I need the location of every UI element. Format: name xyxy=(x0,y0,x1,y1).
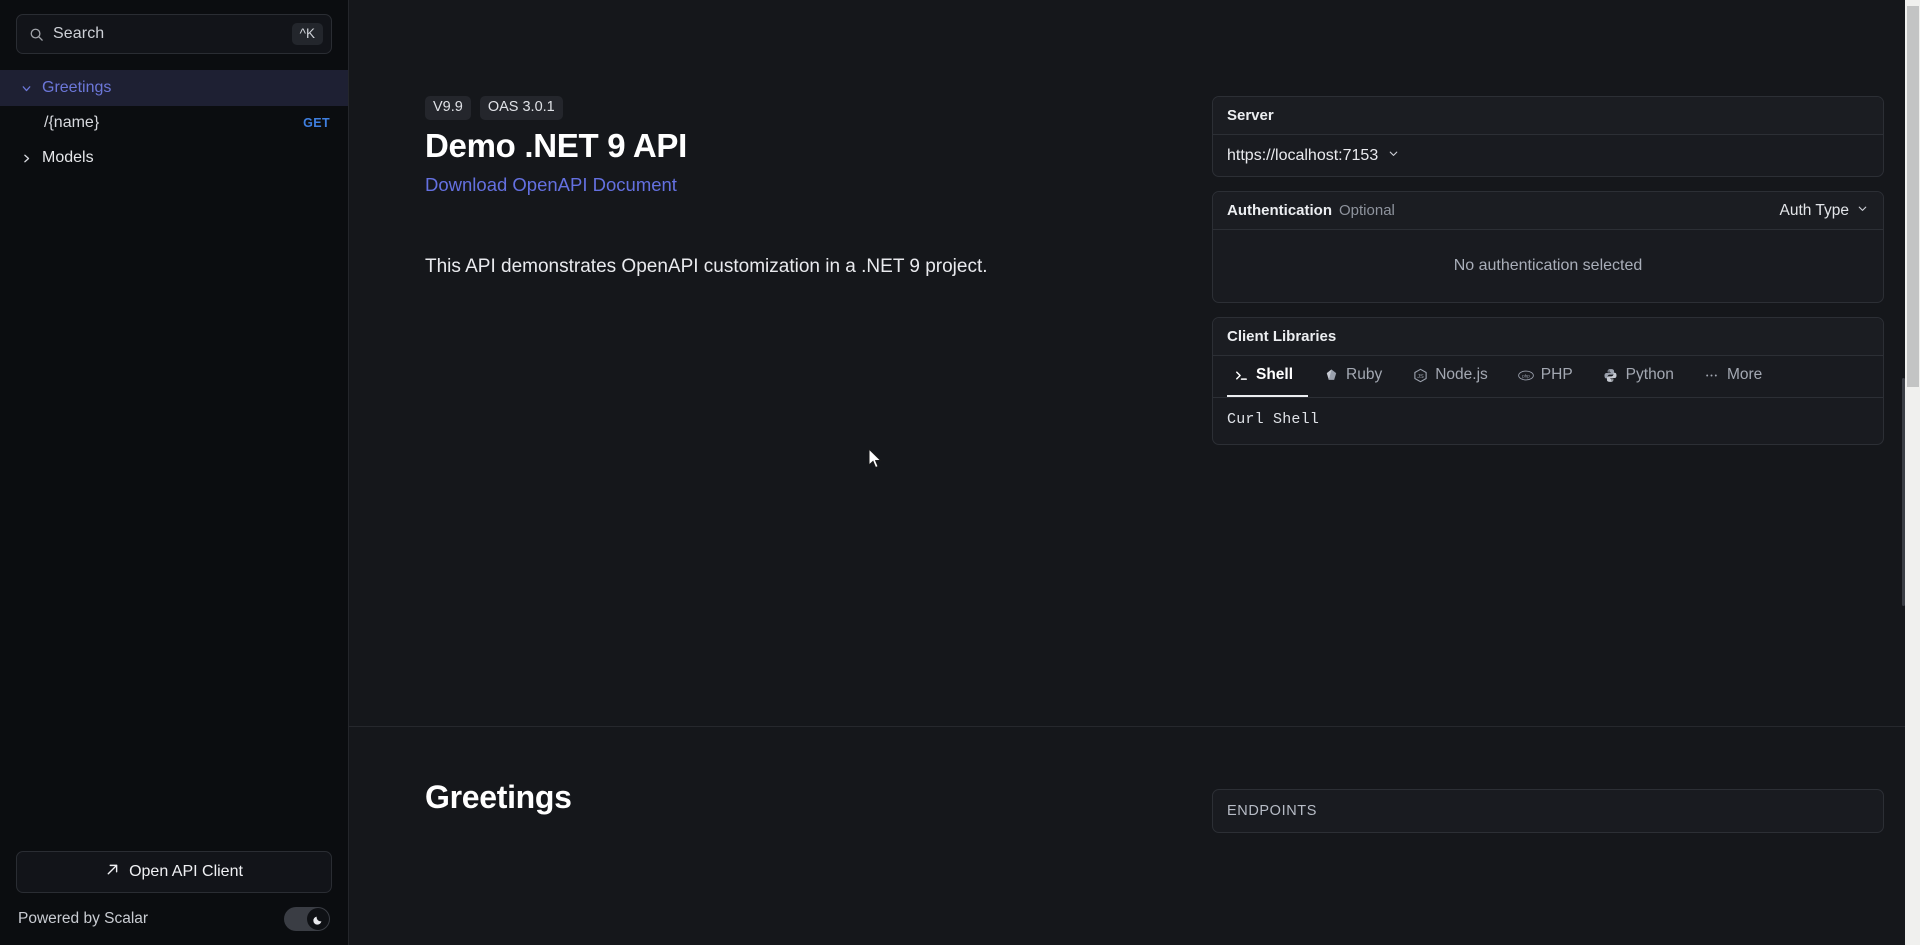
greetings-section: Greetings ENDPOINTS xyxy=(349,727,1920,833)
sidebar-endpoint-method-badge: GET xyxy=(303,116,330,130)
chevron-down-icon xyxy=(18,80,34,96)
greetings-right-column: ENDPOINTS xyxy=(1212,779,1884,833)
terminal-icon xyxy=(1233,367,1249,383)
server-url-select[interactable]: https://localhost:7153 xyxy=(1213,135,1883,176)
download-openapi-document-link[interactable]: Download OpenAPI Document xyxy=(425,174,677,196)
svg-text:php: php xyxy=(1522,373,1530,378)
scalar-api-reference-app: Search ^K Greetings /{name} GET xyxy=(0,0,1920,945)
api-version-badge: V9.9 xyxy=(425,96,471,120)
sidebar: Search ^K Greetings /{name} GET xyxy=(0,0,349,945)
authentication-empty-state: No authentication selected xyxy=(1213,230,1883,302)
client-libraries-panel-header: Client Libraries xyxy=(1213,318,1883,356)
chevron-down-icon xyxy=(1856,202,1869,220)
authentication-panel-title: Authentication xyxy=(1227,202,1332,219)
intro-left-column: V9.9 OAS 3.0.1 Demo .NET 9 API Download … xyxy=(425,96,1156,459)
client-libraries-tabs: Shell Ruby xyxy=(1213,356,1883,398)
window-scrollbar-track[interactable] xyxy=(1905,0,1920,945)
search-shortcut-badge: ^K xyxy=(292,23,323,46)
tab-nodejs-label: Node.js xyxy=(1435,366,1488,384)
tab-php[interactable]: php PHP xyxy=(1503,355,1588,397)
sidebar-item-greetings-label: Greetings xyxy=(42,79,111,97)
intro-right-column: Server https://localhost:7153 xyxy=(1212,96,1884,459)
authentication-panel-header: Authentication Optional Auth Type xyxy=(1213,192,1883,230)
sidebar-item-name-endpoint[interactable]: /{name} GET xyxy=(0,106,348,140)
tab-python[interactable]: Python xyxy=(1588,355,1689,397)
api-badges: V9.9 OAS 3.0.1 xyxy=(425,96,1156,120)
tab-python-label: Python xyxy=(1626,366,1674,384)
auth-type-dropdown[interactable]: Auth Type xyxy=(1779,202,1869,220)
authentication-title-group: Authentication Optional xyxy=(1227,202,1395,219)
python-icon xyxy=(1603,367,1619,383)
tab-ruby[interactable]: Ruby xyxy=(1308,355,1397,397)
client-library-code-block: Curl Shell xyxy=(1213,398,1883,444)
chevron-right-icon xyxy=(18,150,34,166)
powered-by-row: Powered by Scalar xyxy=(16,907,332,931)
chevron-down-icon xyxy=(1387,147,1400,165)
sidebar-item-models[interactable]: Models xyxy=(0,140,348,176)
window-scrollbar-thumb[interactable] xyxy=(1907,6,1919,387)
tab-shell-label: Shell xyxy=(1256,366,1293,384)
greetings-title: Greetings xyxy=(425,779,1156,816)
tab-php-label: PHP xyxy=(1541,366,1573,384)
greetings-left-column: Greetings xyxy=(425,779,1156,833)
endpoints-label: ENDPOINTS xyxy=(1213,790,1883,832)
client-libraries-panel: Client Libraries Shell xyxy=(1212,317,1884,445)
api-intro-section: V9.9 OAS 3.0.1 Demo .NET 9 API Download … xyxy=(349,0,1920,727)
server-panel-header: Server xyxy=(1213,97,1883,135)
client-libraries-panel-title: Client Libraries xyxy=(1227,328,1336,345)
authentication-panel: Authentication Optional Auth Type xyxy=(1212,191,1884,303)
sidebar-item-greetings[interactable]: Greetings xyxy=(0,70,348,106)
tab-more-label: More xyxy=(1727,366,1762,384)
external-link-arrow-icon xyxy=(105,862,120,882)
greetings-columns: Greetings ENDPOINTS xyxy=(349,779,1920,833)
server-panel-title: Server xyxy=(1227,107,1274,124)
page-title: Demo .NET 9 API xyxy=(425,127,1156,165)
search-section: Search ^K xyxy=(0,0,348,64)
search-icon xyxy=(29,27,44,42)
tab-shell[interactable]: Shell xyxy=(1227,355,1308,397)
server-panel: Server https://localhost:7153 xyxy=(1212,96,1884,177)
sidebar-footer: Open API Client Powered by Scalar xyxy=(0,851,348,945)
php-icon: php xyxy=(1518,367,1534,383)
endpoints-panel: ENDPOINTS xyxy=(1212,789,1884,833)
authentication-optional-label: Optional xyxy=(1339,202,1395,219)
server-url-value: https://localhost:7153 xyxy=(1227,147,1378,165)
moon-icon xyxy=(312,913,325,926)
intro-columns: V9.9 OAS 3.0.1 Demo .NET 9 API Download … xyxy=(349,96,1920,459)
api-description: This API demonstrates OpenAPI customizat… xyxy=(425,253,1156,282)
open-api-client-button[interactable]: Open API Client xyxy=(16,851,332,893)
auth-type-label: Auth Type xyxy=(1779,202,1849,220)
sidebar-nav: Greetings /{name} GET Models xyxy=(0,64,348,851)
powered-by-label: Powered by Scalar xyxy=(18,910,148,928)
open-api-client-label: Open API Client xyxy=(129,863,243,881)
toggle-knob xyxy=(307,908,329,930)
ruby-icon xyxy=(1323,367,1339,383)
tab-nodejs[interactable]: JS Node.js xyxy=(1397,355,1503,397)
nodejs-icon: JS xyxy=(1412,367,1428,383)
search-placeholder: Search xyxy=(53,25,283,43)
tab-ruby-label: Ruby xyxy=(1346,366,1382,384)
oas-version-badge: OAS 3.0.1 xyxy=(480,96,563,120)
sidebar-endpoint-path: /{name} xyxy=(44,114,99,132)
dark-mode-toggle[interactable] xyxy=(284,907,330,931)
search-input[interactable]: Search ^K xyxy=(16,14,332,54)
tab-more[interactable]: More xyxy=(1689,355,1777,397)
main-content: V9.9 OAS 3.0.1 Demo .NET 9 API Download … xyxy=(349,0,1920,945)
sidebar-item-models-label: Models xyxy=(42,149,94,167)
ellipsis-icon xyxy=(1704,367,1720,383)
svg-text:JS: JS xyxy=(1417,373,1424,379)
